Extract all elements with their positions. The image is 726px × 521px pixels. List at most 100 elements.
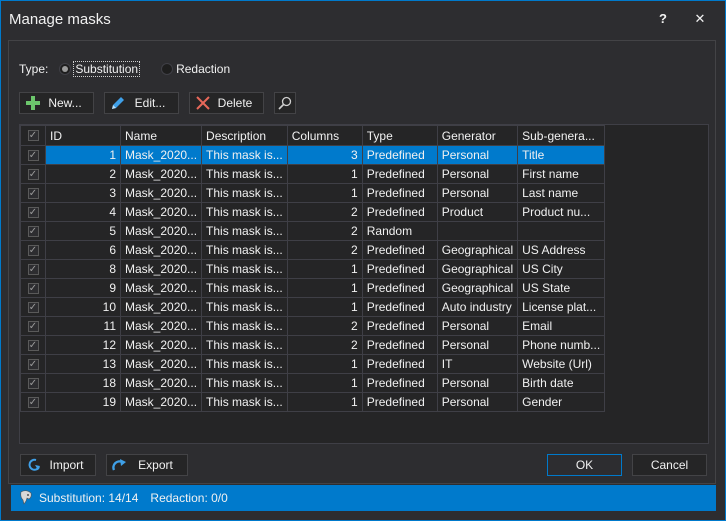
cell-columns: 1 <box>286 354 363 374</box>
cell-columns: 2 <box>286 221 363 241</box>
cell-columns: 1 <box>286 373 363 393</box>
type-selector: Type: Substitution Redaction <box>19 61 250 77</box>
cell-subgenerator: Phone numb... <box>517 335 606 355</box>
row-checkbox[interactable]: ✓ <box>20 202 46 222</box>
import-button[interactable]: Import <box>20 454 96 476</box>
import-button-label: Import <box>49 458 84 472</box>
row-checkbox[interactable]: ✓ <box>20 373 46 393</box>
mask-icon <box>19 490 33 506</box>
import-arrow-icon <box>26 457 42 473</box>
column-header-generator[interactable]: Generator <box>436 125 519 146</box>
cell-name: Mask_2020... <box>119 259 203 279</box>
cell-type: Predefined <box>361 240 438 260</box>
table-row[interactable]: ✓ 19 Mask_2020... This mask is... 1 Predefine… <box>20 392 606 412</box>
row-checkbox[interactable]: ✓ <box>20 297 46 317</box>
cell-id: 10 <box>45 297 121 317</box>
title-bar: Manage masks ? ✕ <box>1 1 725 39</box>
cell-generator: Personal <box>436 373 519 393</box>
row-checkbox[interactable]: ✓ <box>20 164 46 184</box>
cancel-button[interactable]: Cancel <box>632 454 707 476</box>
table-row[interactable]: ✓ 4 Mask_2020... This mask is... 2 Predefined… <box>20 202 606 222</box>
new-button[interactable]: New... <box>19 92 94 114</box>
help-button[interactable]: ? <box>651 11 675 29</box>
manage-masks-dialog: Manage masks ? ✕ Type: Substitution Reda… <box>0 0 726 521</box>
cell-type: Predefined <box>361 335 438 355</box>
close-button[interactable]: ✕ <box>688 11 712 29</box>
column-header-id[interactable]: ID <box>45 125 121 146</box>
cell-columns: 1 <box>286 278 363 298</box>
cell-subgenerator: US State <box>517 278 606 298</box>
cell-type: Predefined <box>361 145 438 165</box>
cell-columns: 3 <box>286 145 363 165</box>
cell-type: Random <box>361 221 438 241</box>
radio-redaction[interactable]: Redaction <box>161 62 230 76</box>
export-button[interactable]: Export <box>106 454 188 476</box>
column-header-columns[interactable]: Columns <box>286 125 363 146</box>
checkmark-icon: ✓ <box>27 130 39 141</box>
row-checkbox[interactable]: ✓ <box>20 183 46 203</box>
cell-id: 5 <box>45 221 121 241</box>
table-row[interactable]: ✓ 18 Mask_2020... This mask is... 1 Predefine… <box>20 373 606 393</box>
column-header-subgenerator[interactable]: Sub-genera... <box>517 125 606 146</box>
table-row[interactable]: ✓ 6 Mask_2020... This mask is... 2 Predefined… <box>20 240 606 260</box>
column-header-name[interactable]: Name <box>119 125 203 146</box>
row-checkbox[interactable]: ✓ <box>20 354 46 374</box>
table-row[interactable]: ✓ 12 Mask_2020... This mask is... 2 Predefine… <box>20 335 606 355</box>
table-row[interactable]: ✓ 8 Mask_2020... This mask is... 1 Predefined… <box>20 259 606 279</box>
export-button-label: Export <box>138 458 173 472</box>
row-checkbox[interactable]: ✓ <box>20 259 46 279</box>
search-icon <box>278 96 292 110</box>
cell-description: This mask is... <box>201 335 288 355</box>
cell-description: This mask is... <box>201 373 288 393</box>
row-checkbox[interactable]: ✓ <box>20 316 46 336</box>
row-checkbox[interactable]: ✓ <box>20 392 46 412</box>
cell-subgenerator: US City <box>517 259 606 279</box>
radio-label: Redaction <box>176 62 231 76</box>
cell-id: 19 <box>45 392 121 412</box>
row-checkbox[interactable]: ✓ <box>20 221 46 241</box>
table-row[interactable]: ✓ 2 Mask_2020... This mask is... 1 Predefined… <box>20 164 606 184</box>
table-row[interactable]: ✓ 13 Mask_2020... This mask is... 1 Predefine… <box>20 354 606 374</box>
cell-description: This mask is... <box>201 392 288 412</box>
radio-label: Substitution <box>73 61 141 77</box>
row-checkbox[interactable]: ✓ <box>20 145 46 165</box>
cell-type: Predefined <box>361 202 438 222</box>
radio-indicator[interactable] <box>161 63 174 75</box>
column-header-type[interactable]: Type <box>361 125 438 146</box>
row-checkbox[interactable]: ✓ <box>20 240 46 260</box>
cell-id: 4 <box>45 202 121 222</box>
cell-description: This mask is... <box>201 259 288 279</box>
edit-button[interactable]: Edit... <box>104 92 179 114</box>
table-row[interactable]: ✓ 1 Mask_2020... This mask is... 3 Predefined… <box>20 145 606 165</box>
cell-description: This mask is... <box>201 278 288 298</box>
cell-columns: 1 <box>286 259 363 279</box>
cell-description: This mask is... <box>201 354 288 374</box>
delete-button[interactable]: Delete <box>189 92 264 114</box>
cell-generator: Geographical <box>436 259 519 279</box>
masks-table: ✓ ID Name Description Columns Type Gener… <box>20 125 606 412</box>
checkmark-icon: ✓ <box>27 358 39 370</box>
cell-subgenerator: Email <box>517 316 606 336</box>
ok-button[interactable]: OK <box>547 454 622 476</box>
table-row[interactable]: ✓ 9 Mask_2020... This mask is... 1 Predefined… <box>20 278 606 298</box>
table-row[interactable]: ✓ 11 Mask_2020... This mask is... 2 Predefine… <box>20 316 606 336</box>
table-row[interactable]: ✓ 10 Mask_2020... This mask is... 1 Predefine… <box>20 297 606 317</box>
table-row[interactable]: ✓ 5 Mask_2020... This mask is... 2 Random <box>20 221 606 241</box>
table-row[interactable]: ✓ 3 Mask_2020... This mask is... 1 Predefined… <box>20 183 606 203</box>
cell-name: Mask_2020... <box>119 145 203 165</box>
cell-name: Mask_2020... <box>119 354 203 374</box>
row-checkbox[interactable]: ✓ <box>20 278 46 298</box>
cell-generator <box>436 221 519 241</box>
radio-substitution[interactable]: Substitution <box>59 61 141 77</box>
cell-subgenerator: Title <box>517 145 606 165</box>
cell-type: Predefined <box>361 392 438 412</box>
cell-id: 11 <box>45 316 121 336</box>
checkmark-icon: ✓ <box>27 187 39 199</box>
column-header-description[interactable]: Description <box>201 125 288 146</box>
search-button[interactable] <box>274 92 296 114</box>
row-checkbox[interactable]: ✓ <box>20 335 46 355</box>
grid-header-row: ✓ ID Name Description Columns Type Gener… <box>20 125 606 146</box>
radio-indicator[interactable] <box>59 63 72 75</box>
select-all-checkbox[interactable]: ✓ <box>20 125 46 146</box>
cell-id: 2 <box>45 164 121 184</box>
